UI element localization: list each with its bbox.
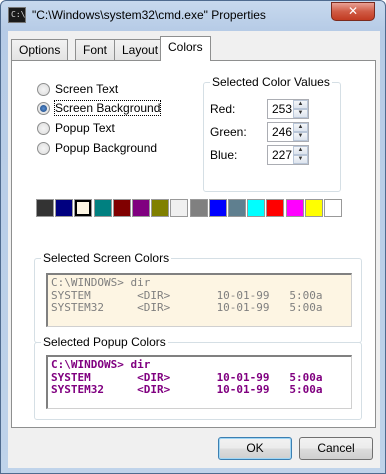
cmd-app-icon: C:\ [8,7,26,23]
color-swatch[interactable] [112,199,131,217]
radio-button[interactable] [37,82,50,96]
color-swatch[interactable] [247,199,266,217]
radio-label: Screen Text [55,82,119,96]
color-swatch[interactable] [93,199,112,217]
green-spin-buttons: ▲ ▼ [293,123,308,141]
popup-colors-preview: C:\WINDOWS> dir SYSTEM <DIR> 10-01-99 5:… [46,355,352,409]
color-swatch[interactable] [74,199,93,217]
red-label: Red: [210,102,236,116]
preview-line: C:\WINDOWS> dir [51,276,151,289]
color-swatch[interactable] [285,199,304,217]
preview-line: C:\WINDOWS> dir [51,358,151,371]
group-title: Selected Color Values [210,75,332,89]
color-swatch[interactable] [208,199,227,217]
tab-layout[interactable]: Layout [114,39,167,60]
tab-options[interactable]: Options [11,39,69,60]
colors-tab-panel: Screen Text Screen Background Popup Text… [11,60,376,428]
radio-popup-background[interactable]: Popup Background [37,140,157,156]
radio-popup-text[interactable]: Popup Text [37,120,115,136]
radio-label: Popup Background [55,141,158,155]
selected-popup-colors-group: Selected Popup Colors C:\WINDOWS> dir SY… [34,335,362,420]
title-bar[interactable]: C:\ "C:\Windows\system32\cmd.exe" Proper… [1,1,385,31]
green-label: Green: [210,125,247,139]
color-swatch[interactable] [324,199,342,217]
tab-colors[interactable]: Colors [160,36,211,61]
color-swatch[interactable] [132,199,150,217]
spin-up-icon[interactable]: ▲ [293,100,308,109]
selected-screen-colors-group: Selected Screen Colors C:\WINDOWS> dir S… [34,251,362,343]
color-swatch[interactable] [151,199,170,217]
dialog-client-area: Options Font Layout Colors Screen Text S… [8,31,380,468]
red-spin-buttons: ▲ ▼ [293,100,308,118]
red-stepper[interactable]: 253 ▲ ▼ [267,99,309,119]
cancel-button[interactable]: Cancel [299,437,373,460]
color-swatch[interactable] [266,199,285,217]
radio-button-checked[interactable] [37,101,50,115]
radio-button[interactable] [37,141,50,155]
red-value[interactable]: 253 [270,102,292,116]
radio-screen-text[interactable]: Screen Text [37,81,118,97]
color-swatch[interactable] [304,199,323,217]
screen-colors-preview: C:\WINDOWS> dir SYSTEM <DIR> 10-01-99 5:… [46,273,352,327]
spin-up-icon[interactable]: ▲ [293,123,308,132]
radio-label: Popup Text [55,121,115,135]
selected-color-values-group: Selected Color Values Red: 253 ▲ ▼ Green… [203,75,341,192]
color-swatch[interactable] [36,199,54,217]
color-swatch[interactable] [228,199,246,217]
group-title: Selected Screen Colors [41,251,172,265]
close-button[interactable]: ✕ [331,2,375,21]
color-swatch[interactable] [170,199,189,217]
color-swatch[interactable] [189,199,208,217]
blue-stepper[interactable]: 227 ▲ ▼ [267,145,309,165]
window-title: "C:\Windows\system32\cmd.exe" Properties [32,8,266,22]
radio-screen-background[interactable]: Screen Background [37,100,162,116]
color-swatch[interactable] [55,199,74,217]
spin-down-icon[interactable]: ▼ [293,155,308,164]
spin-up-icon[interactable]: ▲ [293,146,308,155]
radio-label: Screen Background [53,100,162,116]
properties-window: C:\ "C:\Windows\system32\cmd.exe" Proper… [0,0,386,474]
green-value[interactable]: 246 [270,125,292,139]
radio-button[interactable] [37,121,50,135]
blue-label: Blue: [210,148,238,162]
blue-value[interactable]: 227 [270,148,292,162]
ok-button[interactable]: OK [218,437,292,460]
preview-line: SYSTEM32 <DIR> 10-01-99 5:00a [51,301,323,314]
preview-line: SYSTEM32 <DIR> 10-01-99 5:00a [51,383,323,396]
green-stepper[interactable]: 246 ▲ ▼ [267,122,309,142]
group-title: Selected Popup Colors [41,335,168,349]
spin-down-icon[interactable]: ▼ [293,132,308,141]
tab-font[interactable]: Font [75,39,116,60]
spin-down-icon[interactable]: ▼ [293,109,308,118]
blue-spin-buttons: ▲ ▼ [293,146,308,164]
